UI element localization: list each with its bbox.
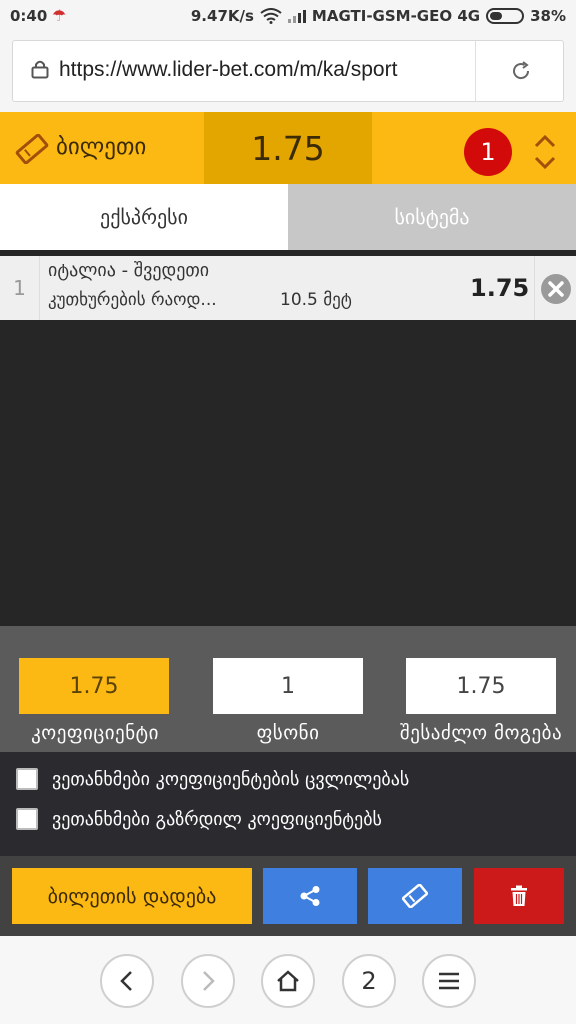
url-text[interactable]: https://www.lider-bet.com/m/ka/sport bbox=[59, 58, 397, 82]
agree-increased-odds-checkbox[interactable] bbox=[16, 808, 38, 830]
share-button[interactable] bbox=[263, 868, 357, 924]
wifi-icon bbox=[260, 8, 282, 24]
tabs-button[interactable]: 2 bbox=[342, 954, 396, 1008]
browser-nav: 2 bbox=[0, 936, 576, 1024]
coefficient-value: 1.75 bbox=[19, 658, 169, 714]
agree-increased-odds-label: ვეთანხმები გაზრდილ კოეფიციენტებს bbox=[52, 808, 382, 830]
bet-match: იტალია - შვედეთი bbox=[48, 260, 210, 281]
lock-icon bbox=[31, 60, 49, 79]
home-icon bbox=[277, 970, 299, 992]
agree-increased-odds[interactable]: ვეთანხმები გაზრდილ კოეფიციენტებს bbox=[16, 808, 382, 830]
battery-icon bbox=[486, 8, 525, 24]
carrier-name: MAGTI-GSM-GEO 4G bbox=[311, 7, 481, 25]
ticket-add-icon bbox=[402, 884, 428, 908]
menu-button[interactable] bbox=[422, 954, 476, 1008]
delete-ticket-button[interactable] bbox=[474, 868, 564, 924]
agreement-section: ვეთანხმები კოეფიციენტების ცვლილებას ვეთა… bbox=[0, 752, 576, 856]
status-right: 9.47K/s MAGTI-GSM-GEO 4G 38% bbox=[191, 7, 566, 25]
browser-toolbar: https://www.lider-bet.com/m/ka/sport bbox=[0, 32, 576, 112]
tab-express[interactable]: ექსპრესი bbox=[0, 184, 288, 250]
place-bet-button[interactable]: ბილეთის დადება bbox=[12, 868, 252, 924]
possible-win-label: შესაძლო მოგება bbox=[399, 722, 563, 744]
remove-icon[interactable] bbox=[541, 274, 571, 304]
expand-collapse-icon[interactable] bbox=[532, 132, 558, 172]
reload-icon[interactable] bbox=[509, 59, 533, 83]
total-odds: 1.75 bbox=[204, 112, 372, 184]
bet-market: კუთხურების რაოდ... bbox=[48, 290, 217, 310]
bet-odds: 1.75 bbox=[470, 274, 530, 302]
tab-system[interactable]: სისტემა bbox=[288, 184, 576, 250]
status-bar: 0:40 ☂ 9.47K/s MAGTI-GSM-GEO 4G 38% bbox=[0, 0, 576, 32]
stake-input[interactable]: 1 bbox=[213, 658, 363, 714]
action-bar: ბილეთის დადება bbox=[0, 856, 576, 936]
address-bar[interactable]: https://www.lider-bet.com/m/ka/sport bbox=[12, 40, 564, 102]
address-divider bbox=[475, 41, 476, 101]
remove-bet-button[interactable] bbox=[534, 256, 576, 320]
coefficient-label: კოეფიციენტი bbox=[31, 722, 159, 744]
back-button[interactable] bbox=[100, 954, 154, 1008]
bet-line: 10.5 მეტ bbox=[280, 290, 352, 310]
umbrella-icon: ☂ bbox=[52, 6, 67, 25]
home-button[interactable] bbox=[261, 954, 315, 1008]
menu-icon bbox=[439, 972, 459, 990]
agree-odds-change-checkbox[interactable] bbox=[16, 768, 38, 790]
status-time: 0:40 bbox=[10, 7, 48, 25]
forward-button[interactable] bbox=[181, 954, 235, 1008]
ticket-title: ბილეთი bbox=[56, 134, 147, 160]
signal-icon bbox=[287, 9, 306, 23]
ticket-add-button[interactable] bbox=[368, 868, 462, 924]
agree-odds-change[interactable]: ვეთანხმები კოეფიციენტების ცვლილებას bbox=[16, 768, 409, 790]
possible-win-value: 1.75 bbox=[406, 658, 556, 714]
bet-index: 1 bbox=[0, 256, 40, 320]
bet-item: 1 იტალია - შვედეთი კუთხურების რაოდ... 10… bbox=[0, 256, 576, 320]
bet-summary: 1.75 1 1.75 კოეფიციენტი ფსონი შესაძლო მო… bbox=[0, 626, 576, 752]
battery-level: 38% bbox=[530, 7, 566, 25]
ticket-icon bbox=[15, 134, 49, 164]
tab-count: 2 bbox=[361, 967, 377, 995]
share-icon bbox=[300, 886, 320, 906]
trash-icon bbox=[511, 885, 527, 906]
network-speed: 9.47K/s bbox=[190, 7, 254, 25]
forward-icon bbox=[203, 971, 215, 991]
selection-count-badge: 1 bbox=[464, 128, 512, 176]
stake-label: ფსონი bbox=[256, 722, 320, 744]
agree-odds-change-label: ვეთანხმები კოეფიციენტების ცვლილებას bbox=[52, 768, 410, 790]
back-icon bbox=[120, 971, 132, 991]
